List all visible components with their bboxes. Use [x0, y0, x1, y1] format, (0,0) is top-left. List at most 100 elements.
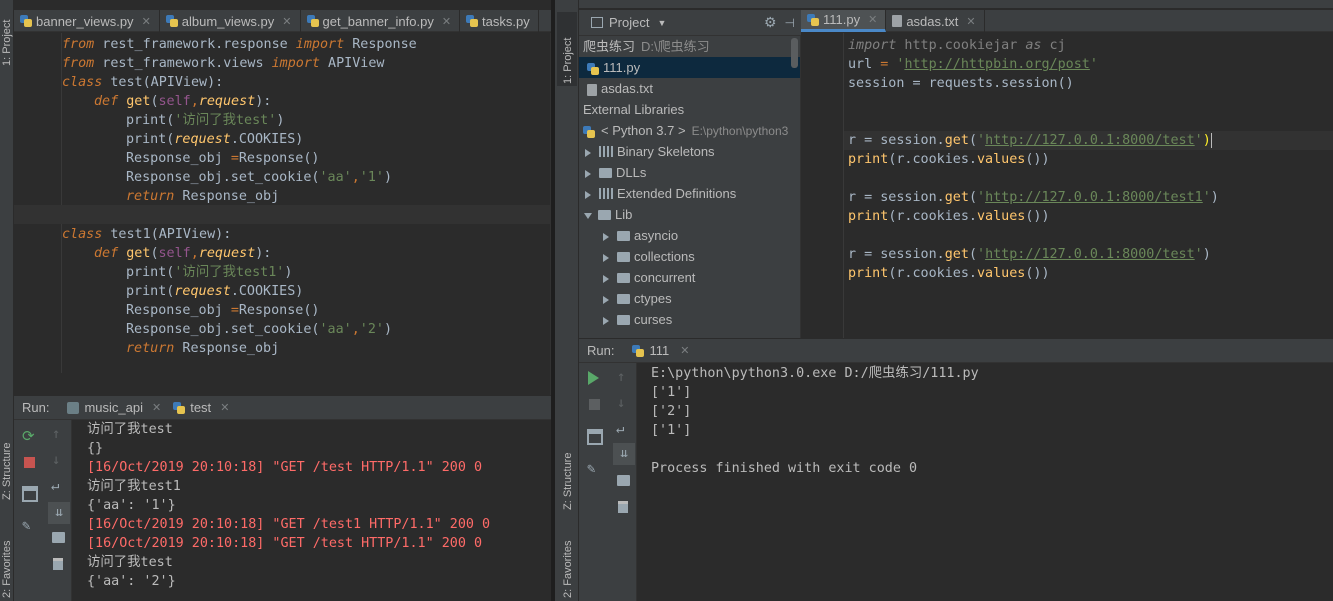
run-icon[interactable]	[588, 371, 599, 385]
expand-arrow-icon[interactable]	[603, 232, 609, 241]
favorites-tool-tab[interactable]: 2: Favorites	[562, 541, 574, 598]
right-run-header: Run: 111 ✕	[579, 339, 1333, 363]
left-tool-strip: 1: Project Z: Structure 2: Favorites	[0, 0, 14, 601]
project-tool-tab[interactable]: 1: Project	[562, 38, 574, 84]
hide-panel-icon[interactable]: ⊣	[785, 16, 795, 30]
close-icon[interactable]: ✕	[868, 13, 877, 26]
current-line-highlight	[14, 205, 551, 224]
right-run-console[interactable]: E:\python\python3.0.exe D:/爬虫练习/111.py ['…	[638, 363, 1333, 601]
favorites-tool-tab[interactable]: 2: Favorites	[1, 541, 13, 598]
close-icon[interactable]: ✕	[152, 401, 161, 414]
text-file-icon	[587, 83, 597, 96]
console-line: E:\python\python3.0.exe D:/爬虫练习/111.py	[651, 366, 979, 381]
layout-icon[interactable]	[22, 486, 38, 502]
expand-arrow-icon[interactable]	[603, 316, 609, 325]
expand-arrow-icon[interactable]	[603, 295, 609, 304]
folder-icon	[598, 209, 611, 220]
close-icon[interactable]: ✕	[220, 401, 229, 414]
console-line: 访问了我test	[87, 555, 173, 570]
trash-icon[interactable]	[618, 501, 628, 513]
expand-arrow-icon[interactable]	[585, 190, 591, 199]
tree-collections[interactable]: collections	[603, 246, 695, 267]
tree-item-111py[interactable]: 111.py	[587, 57, 640, 78]
down-arrow-icon[interactable]: ↓	[52, 452, 68, 468]
tree-extended-definitions[interactable]: Extended Definitions	[585, 183, 736, 204]
console-line: ['1']	[651, 423, 692, 438]
tree-curses[interactable]: curses	[603, 309, 672, 330]
console-line: ['1']	[651, 385, 692, 400]
tree-item-asdas[interactable]: asdas.txt	[587, 78, 653, 99]
settings-gear-icon[interactable]: ⚙	[764, 14, 777, 31]
close-icon[interactable]: ✕	[966, 15, 975, 28]
chevron-down-icon[interactable]: ▼	[657, 18, 666, 28]
structure-tool-tab[interactable]: Z: Structure	[562, 453, 574, 510]
tab-get-banner-info[interactable]: get_banner_info.py ✕	[301, 10, 461, 32]
expand-arrow-icon[interactable]	[585, 148, 591, 157]
close-icon[interactable]: ✕	[680, 344, 689, 357]
code-line: print('访问了我test')	[126, 113, 285, 128]
python-file-icon	[632, 344, 645, 357]
structure-tool-tab[interactable]: Z: Structure	[1, 443, 13, 500]
print-icon[interactable]	[52, 532, 65, 543]
close-icon[interactable]: ✕	[282, 15, 291, 28]
tab-111py[interactable]: 111.py ✕	[801, 10, 887, 32]
trash-icon[interactable]	[53, 558, 63, 570]
python-file-icon	[587, 62, 599, 75]
django-icon	[67, 401, 80, 414]
stop-icon[interactable]	[589, 399, 600, 410]
stop-icon[interactable]	[24, 457, 35, 468]
tree-dlls[interactable]: DLLs	[585, 162, 646, 183]
tab-tasks[interactable]: tasks.py	[460, 10, 539, 32]
tree-ctypes[interactable]: ctypes	[603, 288, 672, 309]
up-arrow-icon[interactable]: ↑	[617, 369, 633, 385]
run-tab-111[interactable]: 111 ✕	[632, 343, 689, 358]
project-view-dropdown[interactable]: Project	[609, 15, 649, 30]
right-code-editor[interactable]: import http.cookiejar as cj url = 'http:…	[801, 33, 1333, 338]
console-line: 访问了我test1	[87, 479, 181, 494]
console-line: Process finished with exit code 0	[651, 461, 918, 476]
library-icon	[599, 146, 613, 158]
tree-lib[interactable]: Lib	[584, 204, 632, 225]
rerun-icon[interactable]: ⟳	[22, 428, 38, 444]
collapse-arrow-icon[interactable]	[584, 212, 592, 219]
left-run-console[interactable]: 访问了我test {} [16/Oct/2019 20:10:18] "GET /t…	[73, 420, 551, 601]
project-tool-tab[interactable]: 1: Project	[1, 20, 13, 66]
tab-asdas[interactable]: asdas.txt ✕	[886, 10, 985, 32]
tree-scrollbar[interactable]	[791, 38, 798, 68]
expand-arrow-icon[interactable]	[603, 253, 609, 262]
code-line: r = session.get('http://127.0.0.1:8000/t…	[848, 132, 1212, 148]
run-label: Run:	[587, 343, 615, 358]
tree-binary-skeletons[interactable]: Binary Skeletons	[585, 141, 715, 162]
expand-arrow-icon[interactable]	[603, 274, 609, 283]
python-file-icon	[173, 401, 186, 414]
close-icon[interactable]: ✕	[442, 15, 451, 28]
down-arrow-icon[interactable]: ↓	[617, 395, 633, 411]
scroll-to-end-icon[interactable]: ⇊	[48, 502, 70, 524]
print-icon[interactable]	[617, 475, 630, 486]
pin-icon[interactable]: ✎	[22, 518, 38, 534]
run-tab-music-api[interactable]: music_api ✕	[67, 400, 161, 415]
console-line: [16/Oct/2019 20:10:18] "GET /test HTTP/1…	[87, 536, 483, 551]
up-arrow-icon[interactable]: ↑	[52, 426, 68, 442]
python-file-icon	[807, 13, 819, 26]
tab-album-views[interactable]: album_views.py ✕	[160, 10, 301, 32]
tab-banner-views[interactable]: banner_views.py ✕	[14, 10, 160, 32]
scroll-to-end-icon[interactable]: ⇊	[613, 443, 635, 465]
pin-icon[interactable]: ✎	[587, 461, 603, 477]
layout-icon[interactable]	[587, 429, 603, 445]
tree-concurrent[interactable]: concurrent	[603, 267, 695, 288]
tree-root[interactable]: 爬虫练习 D:\爬虫练习	[583, 36, 710, 57]
tree-external-libraries[interactable]: External Libraries	[583, 99, 684, 120]
soft-wrap-icon[interactable]: ↵	[51, 478, 67, 494]
expand-arrow-icon[interactable]	[585, 169, 591, 178]
tree-python-sdk[interactable]: < Python 3.7 > E:\python\python3	[583, 120, 788, 141]
close-icon[interactable]: ✕	[142, 15, 151, 28]
console-line: [16/Oct/2019 20:10:18] "GET /test1 HTTP/…	[87, 517, 491, 532]
python-file-icon	[165, 15, 178, 27]
code-line: return Response_obj	[126, 189, 280, 204]
left-code-editor[interactable]: from rest_framework.response import Resp…	[14, 33, 551, 395]
console-line: [16/Oct/2019 20:10:18] "GET /test HTTP/1…	[87, 460, 483, 475]
tree-asyncio[interactable]: asyncio	[603, 225, 678, 246]
run-tab-test[interactable]: test ✕	[173, 400, 229, 415]
soft-wrap-icon[interactable]: ↵	[616, 421, 632, 437]
